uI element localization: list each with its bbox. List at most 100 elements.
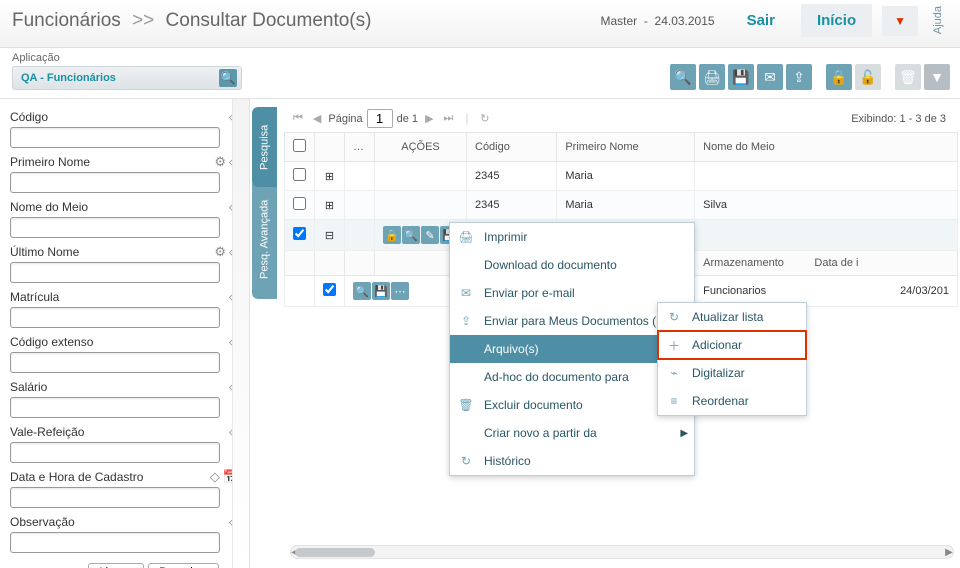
breadcrumb-page: Consultar Documento(s) — [166, 10, 372, 31]
tab-pesquisa[interactable]: Pesquisa — [252, 107, 277, 187]
toolbar-unlock-icon[interactable]: 🔓 — [855, 64, 881, 90]
toolbar-lock-icon[interactable]: 🔒 — [826, 64, 852, 90]
submenu-item[interactable]: ≡Reordenar — [658, 387, 806, 415]
more-icon[interactable]: ⋯ — [391, 282, 409, 300]
toolbar-more-dropdown[interactable]: ▼ — [924, 64, 950, 90]
subrow-checkbox[interactable] — [323, 283, 336, 296]
submenu-item[interactable]: ＋Adicionar — [658, 331, 806, 359]
toolbar-save-icon[interactable]: 💾 — [728, 64, 754, 90]
clear-button[interactable]: Limpar — [88, 563, 144, 568]
menu-item[interactable]: ↻Histórico — [450, 447, 694, 475]
field-input[interactable] — [10, 487, 220, 508]
search-field: Observação◇ — [10, 514, 239, 553]
select-all-checkbox[interactable] — [293, 139, 306, 152]
field-input[interactable] — [10, 262, 220, 283]
tab-pesq-avancada[interactable]: Pesq. Avançada — [252, 179, 277, 299]
field-input[interactable] — [10, 217, 220, 238]
lock-icon[interactable]: 🔒 — [383, 226, 401, 244]
clear-field-icon[interactable]: ◇ — [229, 514, 239, 530]
cell-primeiro: Maria — [557, 162, 695, 191]
search-icon[interactable]: 🔍 — [353, 282, 371, 300]
cell-codigo: 2345 — [467, 162, 557, 191]
table-row[interactable]: ⊞ 2345Maria — [285, 162, 958, 191]
menu-item[interactable]: Download do documento — [450, 251, 694, 279]
expand-icon[interactable]: ⊞ — [315, 162, 345, 191]
field-input[interactable] — [10, 172, 220, 193]
submenu-item-icon: ↻ — [664, 307, 684, 327]
row-checkbox[interactable] — [293, 227, 306, 240]
search-button[interactable]: Pesquisar — [148, 563, 219, 568]
clear-field-icon[interactable]: ◇ — [229, 424, 239, 440]
clear-field-icon[interactable]: ◇ — [229, 334, 239, 350]
context-submenu[interactable]: ↻ Atualizar lista ＋Adicionar⌁Digitalizar≡R… — [657, 302, 807, 416]
search-icon[interactable]: 🔍 — [219, 69, 237, 87]
gear-icon[interactable]: ⚙ — [214, 244, 226, 260]
field-label: Salário◇ — [10, 379, 239, 395]
toolbar-export-icon[interactable]: ⇪ — [786, 64, 812, 90]
clear-field-icon[interactable]: ◇ — [229, 289, 239, 305]
submenu-item[interactable]: ↻ Atualizar lista — [658, 303, 806, 331]
field-label: Vale-Refeição◇ — [10, 424, 239, 440]
submenu-item-label: Atualizar lista — [692, 310, 763, 324]
menu-item[interactable]: 🖨Imprimir — [450, 223, 694, 251]
table-row[interactable]: ⊞2345MariaSilva — [285, 191, 958, 220]
field-input[interactable] — [10, 532, 220, 553]
breadcrumb-root[interactable]: Funcionários — [12, 10, 121, 31]
search-field: Código extenso◇ — [10, 334, 239, 373]
search-field: Salário◇ — [10, 379, 239, 418]
scroll-right-icon[interactable]: ▶ — [943, 546, 955, 559]
field-input[interactable] — [10, 397, 220, 418]
pager-refresh-icon[interactable]: ↻ — [477, 112, 492, 125]
logout-button[interactable]: Sair — [731, 4, 791, 37]
app-selector-block: Aplicação QA - Funcionários 🔍 — [12, 52, 242, 90]
subcol-arm[interactable]: Armazenamento Data de i — [695, 251, 958, 276]
horizontal-scrollbar[interactable]: ◀ ▶ — [290, 545, 954, 559]
toolbar-mail-icon[interactable]: ✉ — [757, 64, 783, 90]
field-input[interactable] — [10, 442, 220, 463]
field-input[interactable] — [10, 127, 220, 148]
search-icon[interactable]: 🔍 — [402, 226, 420, 244]
clear-field-icon[interactable]: ◇ — [229, 109, 239, 125]
home-button[interactable]: Início — [801, 4, 872, 37]
pager-label: Página — [328, 113, 362, 125]
col-meio[interactable]: Nome do Meio — [695, 133, 958, 162]
clear-field-icon[interactable]: ◇ — [229, 379, 239, 395]
pager-page-input[interactable] — [367, 109, 393, 128]
field-input[interactable] — [10, 352, 220, 373]
clear-field-icon[interactable]: ◇ — [229, 199, 239, 215]
pager-next-icon[interactable]: ▶ — [422, 112, 436, 125]
pager-prev-icon[interactable]: ◀ — [310, 112, 324, 125]
save-icon[interactable]: 💾 — [372, 282, 390, 300]
submenu-item[interactable]: ⌁Digitalizar — [658, 359, 806, 387]
row-checkbox[interactable] — [293, 197, 306, 210]
col-codigo[interactable]: Código — [467, 133, 557, 162]
field-label: Matrícula◇ — [10, 289, 239, 305]
field-input[interactable] — [10, 307, 220, 328]
row-checkbox[interactable] — [293, 168, 306, 181]
pager-first-icon[interactable]: ⏮ — [290, 112, 306, 125]
breadcrumb-sep: >> — [132, 10, 154, 31]
menu-item-label: Enviar por e-mail — [484, 286, 575, 300]
toolbar-search-icon[interactable]: 🔍 — [670, 64, 696, 90]
col-primeiro[interactable]: Primeiro Nome — [557, 133, 695, 162]
scroll-thumb[interactable] — [295, 548, 375, 557]
gear-icon[interactable]: ⚙ — [214, 154, 226, 170]
clear-field-icon[interactable]: ◇ — [229, 244, 239, 260]
pager: ⏮ ◀ Página de 1 ▶ ⏭ | ↻ Exibindo: 1 - 3 … — [284, 105, 958, 132]
app-selector[interactable]: QA - Funcionários 🔍 — [12, 66, 242, 90]
submenu-item-label: Reordenar — [692, 394, 749, 408]
help-tab[interactable]: Ajuda — [928, 2, 948, 38]
expand-icon[interactable]: ⊟ — [315, 220, 345, 251]
col-checkbox[interactable] — [285, 133, 315, 162]
expand-icon[interactable]: ⊞ — [315, 191, 345, 220]
toolbar-trash-icon[interactable]: 🗑 — [895, 64, 921, 90]
clear-field-icon[interactable]: ◇ — [229, 154, 239, 170]
menu-item[interactable]: Criar novo a partir da▶ — [450, 419, 694, 447]
calendar-icon[interactable]: 📅 — [223, 469, 239, 485]
edit-icon[interactable]: ✎ — [421, 226, 439, 244]
clear-field-icon[interactable]: ◇ — [210, 469, 220, 485]
col-acoes[interactable]: AÇÕES — [375, 133, 467, 162]
header-dropdown[interactable]: ▼ — [882, 6, 918, 36]
toolbar-print-icon[interactable]: 🖨 — [699, 64, 725, 90]
pager-last-icon[interactable]: ⏭ — [441, 112, 457, 125]
